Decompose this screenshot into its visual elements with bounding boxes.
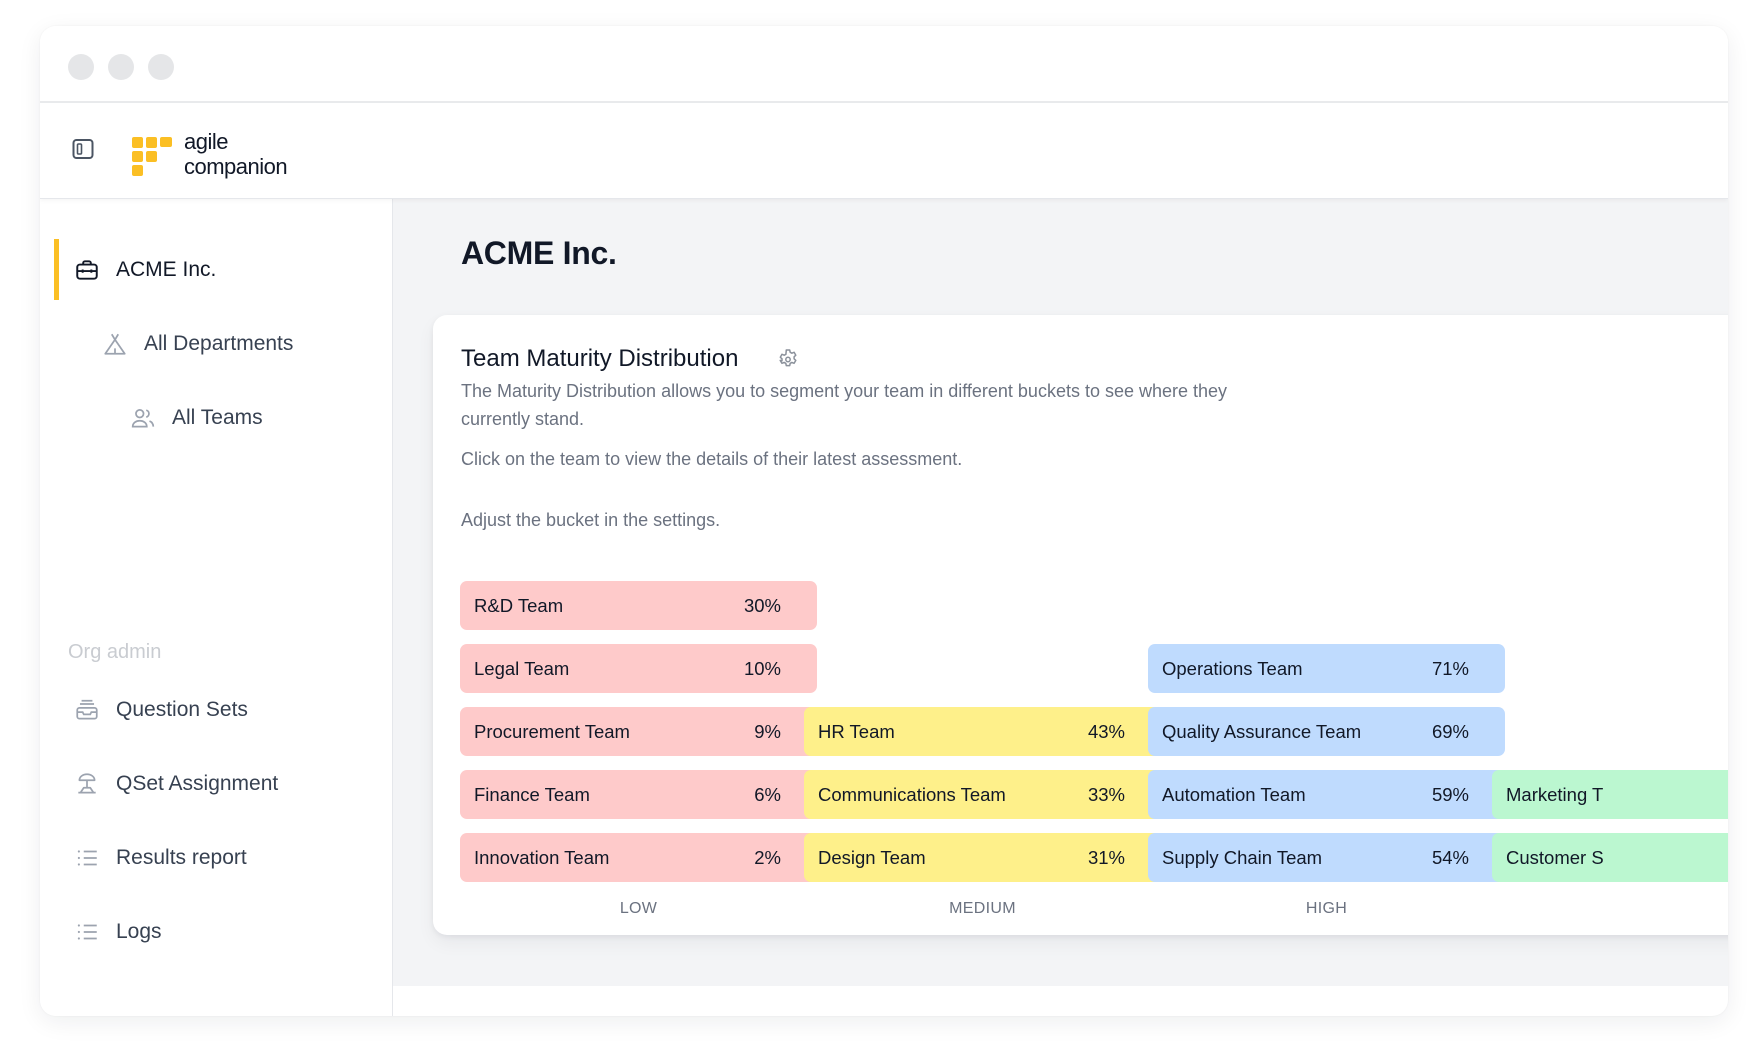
sidebar-item-acme[interactable]: ACME Inc. <box>74 250 216 290</box>
team-tile[interactable]: R&D Team 30% <box>460 581 817 630</box>
sidebar-item-logs[interactable]: Logs <box>74 912 162 952</box>
team-name: Communications Team <box>818 783 1006 805</box>
gear-icon[interactable] <box>776 347 800 371</box>
bucket-label: LOW <box>619 900 658 917</box>
team-score: 2% <box>754 846 781 868</box>
main-content: ACME Inc. Team Maturity Distribution The… <box>393 199 1728 986</box>
bucket-label: MEDIUM <box>949 900 1016 917</box>
team-tile[interactable]: Operations Team 71% <box>1148 644 1505 693</box>
team-name: Automation Team <box>1162 783 1306 805</box>
team-score: 10% <box>743 657 781 679</box>
brand-line-1: agile <box>184 129 228 154</box>
window-maximize-button[interactable] <box>148 54 174 80</box>
sidebar: ACME Inc. All Departments All Teams Org … <box>40 199 393 1016</box>
app-header: agile companion <box>40 103 1728 199</box>
maturity-distribution-card: Team Maturity Distribution The Maturity … <box>433 315 1728 935</box>
team-name: Innovation Team <box>474 846 610 868</box>
bucket-label: HIGH <box>1305 900 1348 917</box>
team-tile[interactable]: HR Team 43% <box>804 707 1161 756</box>
team-name: Operations Team <box>1162 657 1303 679</box>
team-score: 59% <box>1431 783 1469 805</box>
sidebar-item-all-departments[interactable]: All Departments <box>102 324 293 364</box>
team-tile[interactable]: Supply Chain Team 54% <box>1148 833 1505 882</box>
card-description: The Maturity Distribution allows you to … <box>461 381 1228 429</box>
list-icon <box>77 850 97 866</box>
window-titlebar <box>40 26 1728 103</box>
briefcase-icon <box>76 260 98 280</box>
tent-icon <box>104 333 126 355</box>
team-name: Marketing T <box>1506 783 1604 805</box>
team-score: 6% <box>754 783 781 805</box>
team-tile[interactable]: Innovation Team 2% <box>460 833 817 882</box>
window-close-button[interactable] <box>68 54 94 80</box>
sidebar-item-results-report[interactable]: Results report <box>74 838 247 878</box>
team-name: Quality Assurance Team <box>1162 720 1362 742</box>
agile-companion-logo <box>132 137 176 179</box>
team-score: 30% <box>743 594 781 616</box>
sidebar-toggle-icon[interactable] <box>72 138 94 160</box>
active-indicator <box>54 239 59 300</box>
team-name: Supply Chain Team <box>1162 846 1323 868</box>
team-score: 54% <box>1431 846 1469 868</box>
users-icon <box>131 409 155 428</box>
team-name: Design Team <box>818 846 926 868</box>
sidebar-item-label: QSet Assignment <box>116 772 279 795</box>
team-score: 33% <box>1087 783 1125 805</box>
sidebar-item-label: ACME Inc. <box>116 258 217 281</box>
sidebar-item-label: All Departments <box>144 332 294 355</box>
team-tile[interactable]: Communications Team 33% <box>804 770 1161 819</box>
sidebar-item-all-teams[interactable]: All Teams <box>130 398 263 438</box>
team-tile[interactable]: Legal Team 10% <box>460 644 817 693</box>
org-admin-section-label: Org admin <box>68 641 162 663</box>
inbox-stack-icon <box>76 699 98 720</box>
team-tile[interactable]: Finance Team 6% <box>460 770 817 819</box>
team-name: HR Team <box>818 720 895 742</box>
team-tile[interactable]: Customer S <box>1492 833 1728 882</box>
card-title: Team Maturity Distribution <box>461 345 739 372</box>
brand-line-2: companion <box>184 154 288 179</box>
team-score: 71% <box>1431 657 1469 679</box>
team-name: Legal Team <box>474 657 570 679</box>
team-tile[interactable]: Procurement Team 9% <box>460 707 817 756</box>
team-name: Finance Team <box>474 783 590 805</box>
team-score: 9% <box>754 720 781 742</box>
app-window: agile companion ACME Inc. All Department… <box>40 26 1728 1016</box>
team-score: 69% <box>1431 720 1469 742</box>
brand-name: agile companion <box>184 129 288 179</box>
list-icon <box>77 924 97 940</box>
sidebar-item-question-sets[interactable]: Question Sets <box>74 690 248 730</box>
sidebar-item-qset-assignment[interactable]: QSet Assignment <box>74 764 278 804</box>
assignment-icon <box>78 773 96 794</box>
team-score: 43% <box>1087 720 1125 742</box>
team-name: Customer S <box>1506 846 1604 868</box>
team-name: R&D Team <box>474 594 564 616</box>
sidebar-item-label: All Teams <box>172 406 263 429</box>
sidebar-item-label: Logs <box>116 920 162 943</box>
team-tile[interactable]: Automation Team 59% <box>1148 770 1505 819</box>
sidebar-item-label: Results report <box>116 846 247 869</box>
page-title: ACME Inc. <box>461 235 617 271</box>
team-tile[interactable]: Marketing T <box>1492 770 1728 819</box>
sidebar-item-label: Question Sets <box>116 698 248 721</box>
team-tile[interactable]: Quality Assurance Team 69% <box>1148 707 1505 756</box>
team-tile[interactable]: Design Team 31% <box>804 833 1161 882</box>
team-score: 31% <box>1087 846 1125 868</box>
card-instruction-click: Click on the team to view the details of… <box>461 449 963 469</box>
card-instruction-settings: Adjust the bucket in the settings. <box>461 510 721 530</box>
team-name: Procurement Team <box>474 720 630 742</box>
window-minimize-button[interactable] <box>108 54 134 80</box>
